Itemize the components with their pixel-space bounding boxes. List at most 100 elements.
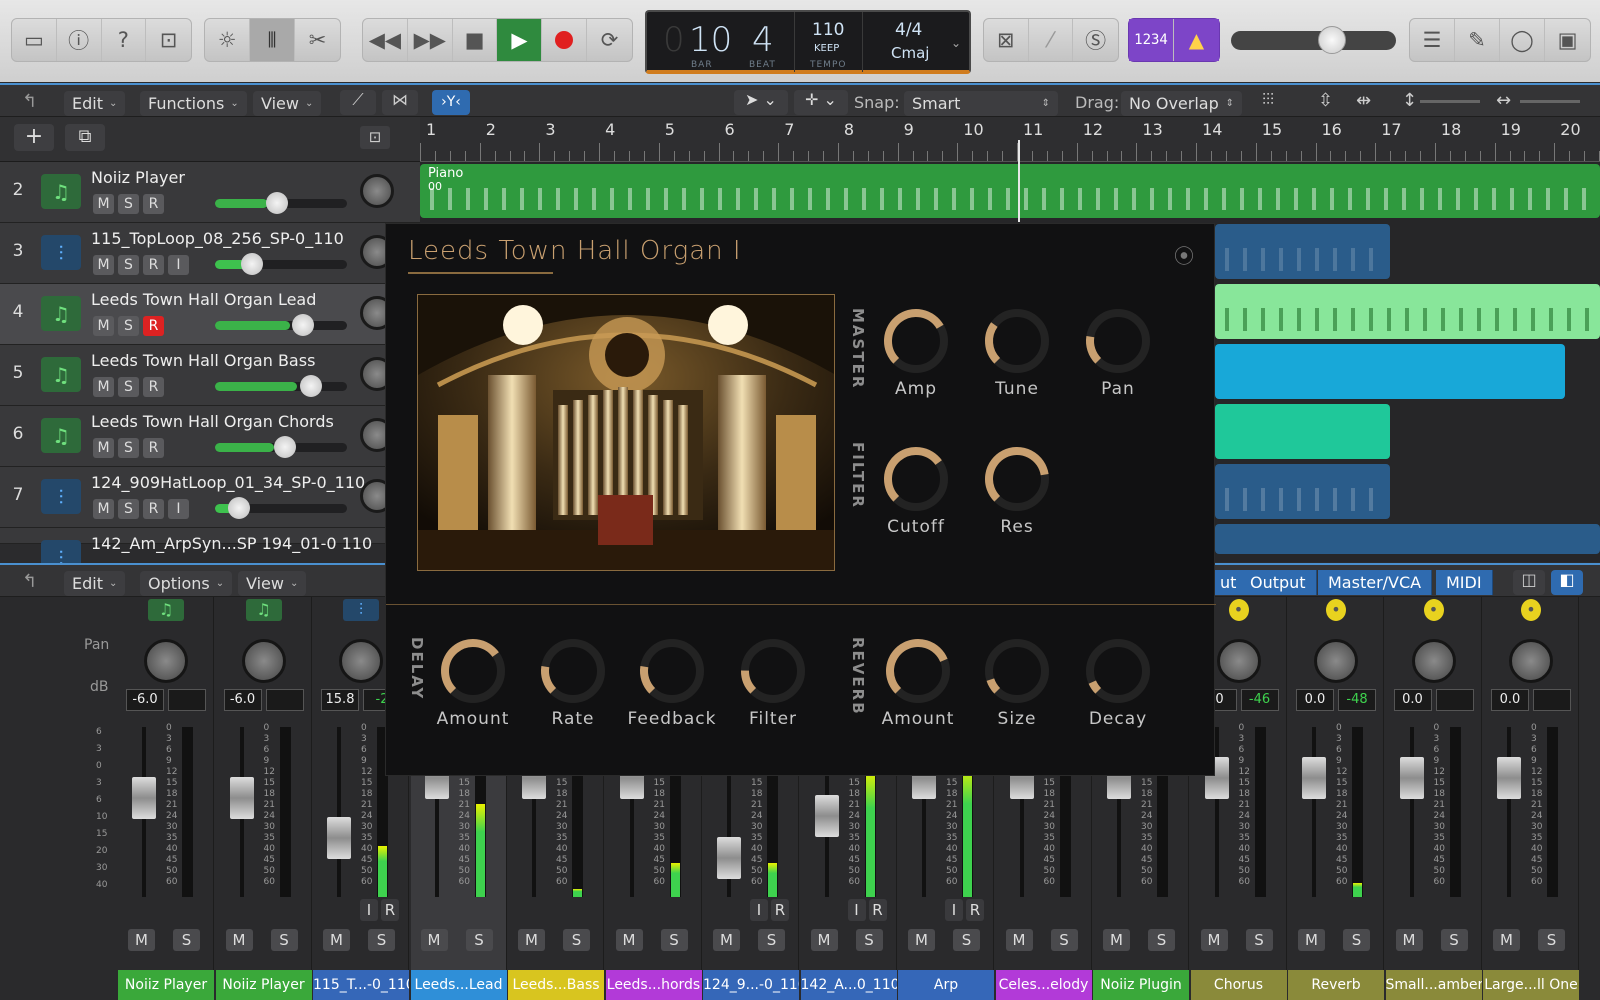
input-button[interactable]: I: [847, 899, 866, 921]
note-pad-button[interactable]: ✎: [1455, 19, 1500, 61]
tuner-button[interactable]: ⁄: [1029, 19, 1074, 61]
global-tracks-button[interactable]: ⊡: [360, 126, 390, 149]
record-enable-button[interactable]: R: [143, 499, 164, 519]
pointer-tool-menu[interactable]: ➤ ⌄: [734, 90, 788, 115]
lcd-display[interactable]: 0 10 4 BAR BEAT 110 KEEP TEMPO 4/4 Cmaj …: [645, 10, 971, 74]
input-button[interactable]: I: [945, 899, 963, 921]
track-volume-slider[interactable]: [215, 375, 347, 397]
solo-button[interactable]: S: [118, 499, 139, 519]
track-header[interactable]: 3 ⫶ 115_TopLoop_08_256_SP-0_110 M S R I: [0, 223, 420, 284]
plugin-knob-pan[interactable]: [1083, 306, 1153, 376]
mute-button[interactable]: M: [713, 929, 740, 951]
cycle-button[interactable]: ⟳: [587, 19, 632, 61]
metronome-button[interactable]: ▲: [1174, 19, 1219, 61]
mixer-edit-menu[interactable]: Edit ⌄: [64, 571, 126, 596]
lcd-dropdown-icon[interactable]: ⌄: [951, 36, 961, 50]
solo-button[interactable]: S: [1050, 929, 1078, 951]
pan-knob[interactable]: [1314, 639, 1358, 683]
drag-select[interactable]: No Overlap ⇕: [1121, 91, 1242, 116]
playhead[interactable]: [1018, 140, 1020, 222]
track-volume-slider[interactable]: [215, 192, 347, 214]
mixer-button[interactable]: ⫴: [250, 19, 295, 61]
channel-name[interactable]: Noiiz Player: [215, 970, 312, 1000]
channel-name[interactable]: Leeds...Bass: [508, 970, 604, 1000]
record-enable-button[interactable]: R: [143, 377, 164, 397]
mute-button[interactable]: M: [908, 929, 935, 951]
solo-button[interactable]: S: [118, 438, 139, 458]
solo-button[interactable]: S: [563, 929, 590, 951]
mute-button[interactable]: M: [93, 255, 114, 275]
audio-region-arp[interactable]: [1215, 524, 1600, 554]
track-header[interactable]: 4 ♫ Leeds Town Hall Organ Lead M S R: [0, 284, 420, 345]
add-track-button[interactable]: +: [14, 124, 54, 151]
channel-name[interactable]: Chorus: [1190, 970, 1287, 1000]
solo-button[interactable]: S: [953, 929, 980, 951]
plugin-knob-cutoff[interactable]: [881, 444, 951, 514]
tracks-view-icon[interactable]: ◧: [1551, 570, 1583, 595]
volume-fader[interactable]: [229, 777, 254, 819]
solo-button[interactable]: Ⓢ: [1073, 19, 1118, 61]
plugin-knob-feedback[interactable]: [637, 636, 707, 706]
volume-fader[interactable]: [327, 817, 351, 859]
channel-name[interactable]: Celes...elody: [995, 970, 1092, 1000]
volume-fader[interactable]: [814, 795, 839, 837]
mute-button[interactable]: M: [1395, 929, 1423, 951]
mute-button[interactable]: M: [93, 316, 114, 336]
plugin-knob-amp[interactable]: [881, 306, 951, 376]
duplicate-track-button[interactable]: ⧉: [65, 124, 105, 151]
vertical-zoom-slider[interactable]: [1420, 100, 1480, 103]
rss-icon[interactable]: ⦿: [1174, 240, 1194, 269]
mixer-tab-master-vca[interactable]: Master/VCA: [1318, 570, 1433, 595]
track-name[interactable]: Leeds Town Hall Organ Bass: [91, 351, 315, 370]
track-header[interactable]: 6 ♫ Leeds Town Hall Organ Chords M S R: [0, 406, 420, 467]
mute-button[interactable]: M: [93, 194, 114, 214]
track-name[interactable]: 124_909HatLoop_01_34_SP-0_110: [91, 473, 365, 492]
track-header[interactable]: 2 ♫ Noiiz Player M S R: [0, 162, 420, 223]
play-button[interactable]: ▶: [497, 19, 543, 61]
editors-button[interactable]: ✂: [295, 19, 340, 61]
midi-region-organ-chords[interactable]: [1215, 404, 1390, 459]
plugin-knob-tune[interactable]: [982, 306, 1052, 376]
record-enable-button[interactable]: R: [143, 255, 164, 275]
channel-name[interactable]: Small...amber: [1385, 970, 1482, 1000]
pan-knob[interactable]: [339, 639, 383, 683]
plugin-knob-rate[interactable]: [538, 636, 608, 706]
pan-knob[interactable]: [1509, 639, 1553, 683]
mixer-tab-midi[interactable]: MIDI: [1436, 570, 1493, 595]
solo-button[interactable]: S: [465, 929, 493, 951]
track-name[interactable]: Noiiz Player: [91, 168, 185, 187]
fit-horizontal-icon[interactable]: ⇹: [1356, 90, 1371, 111]
record-button[interactable]: R: [381, 899, 399, 921]
volume-fader[interactable]: [1399, 757, 1424, 799]
input-button[interactable]: I: [360, 899, 378, 921]
track-volume-slider[interactable]: [215, 253, 347, 275]
record-button[interactable]: [542, 19, 588, 61]
record-enable-button[interactable]: R: [143, 194, 164, 214]
solo-button[interactable]: S: [1538, 929, 1565, 951]
fit-vertical-icon[interactable]: ⇳: [1318, 90, 1333, 111]
input-button[interactable]: I: [750, 899, 768, 921]
channel-name[interactable]: Leeds...hords: [605, 970, 702, 1000]
mute-button[interactable]: M: [615, 929, 643, 951]
channel-name[interactable]: Large...ll One: [1483, 970, 1579, 1000]
audio-region-hatloop[interactable]: [1215, 464, 1390, 519]
count-in-button[interactable]: 1234: [1129, 19, 1174, 61]
mixer-back-arrow-icon[interactable]: ↰: [22, 571, 37, 592]
single-view-icon[interactable]: ◫: [1513, 570, 1545, 595]
channel-name[interactable]: Noiiz Plugin: [1093, 970, 1189, 1000]
record-button[interactable]: R: [966, 899, 984, 921]
mute-button[interactable]: M: [93, 377, 114, 397]
channel-name[interactable]: 124_9...-0_110: [703, 970, 799, 1000]
volume-fader[interactable]: [132, 777, 156, 819]
mute-button[interactable]: M: [128, 929, 155, 951]
automation-curve-icon[interactable]: ⟋: [340, 90, 376, 115]
back-arrow-icon[interactable]: ↰: [22, 91, 37, 112]
flex-icon[interactable]: ⋈: [382, 90, 418, 115]
solo-button[interactable]: S: [1440, 929, 1468, 951]
solo-button[interactable]: S: [1343, 929, 1370, 951]
mute-button[interactable]: M: [810, 929, 838, 951]
record-enable-button[interactable]: R: [143, 438, 164, 458]
solo-button[interactable]: S: [855, 929, 883, 951]
track-header[interactable]: ⫶ 142_Am_ArpSyn...SP 194_01-0 110: [0, 528, 420, 575]
track-volume-slider[interactable]: [215, 314, 347, 336]
